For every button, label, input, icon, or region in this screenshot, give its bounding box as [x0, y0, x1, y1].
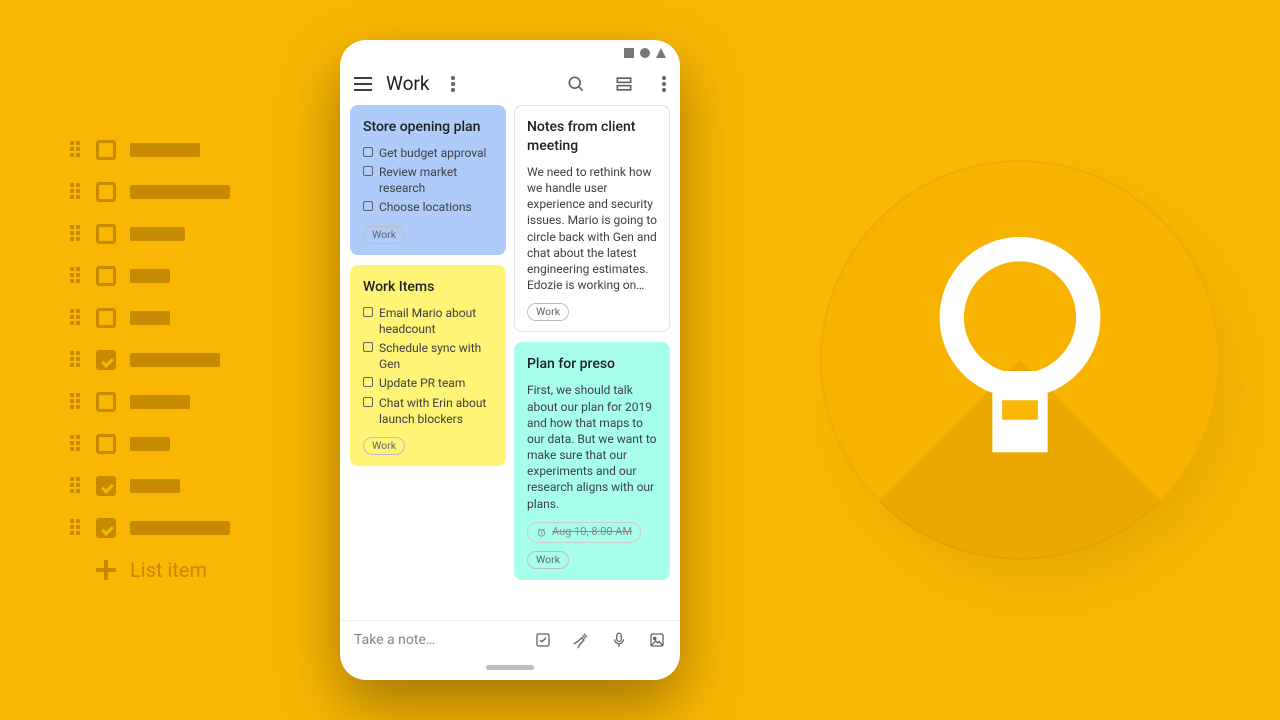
new-drawing-icon[interactable] — [572, 631, 590, 649]
checklist-item-label: Review market research — [379, 164, 493, 196]
title-overflow-icon[interactable] — [451, 76, 455, 92]
search-icon[interactable] — [566, 74, 586, 94]
note-card[interactable]: Notes from client meeting We need to reth… — [514, 105, 670, 332]
checkbox-icon[interactable] — [363, 342, 373, 352]
checklist-item[interactable]: Choose locations — [363, 199, 493, 215]
checkbox-icon[interactable] — [363, 201, 373, 211]
checkbox-icon[interactable] — [363, 307, 373, 317]
decorative-row — [70, 182, 230, 202]
status-bar — [340, 40, 680, 66]
note-checklist: Email Mario about headcountSchedule sync… — [363, 305, 493, 427]
bottom-bar: Take a note… — [340, 620, 680, 659]
checkbox-icon[interactable] — [363, 166, 373, 176]
app-bar-title: Work — [386, 72, 429, 95]
decorative-row — [70, 308, 230, 328]
checklist-item[interactable]: Chat with Erin about launch blockers — [363, 395, 493, 427]
status-indicator-signal — [656, 48, 666, 58]
new-list-icon[interactable] — [534, 631, 552, 649]
note-title: Notes from client meeting — [527, 118, 657, 156]
decorative-row — [70, 392, 230, 412]
app-bar: Work — [340, 66, 680, 105]
note-checklist: Get budget approval Review market researc… — [363, 145, 493, 216]
notes-grid: Store opening plan Get budget approval Rev… — [340, 105, 680, 620]
checkbox-icon[interactable] — [363, 397, 373, 407]
decorative-row — [70, 266, 230, 286]
note-title: Store opening plan — [363, 118, 493, 137]
note-card[interactable]: Plan for preso First, we should talk abou… — [514, 342, 670, 579]
checklist-item-label: Choose locations — [379, 199, 472, 215]
note-title: Work Items — [363, 278, 493, 297]
new-image-icon[interactable] — [648, 631, 666, 649]
note-body: First, we should talk about our plan for… — [527, 382, 657, 512]
note-tag[interactable]: Work — [363, 437, 405, 455]
checklist-item-label: Update PR team — [379, 375, 465, 391]
checkbox-icon[interactable] — [363, 147, 373, 157]
home-indicator — [486, 665, 534, 670]
note-title: Plan for preso — [527, 355, 657, 374]
decorative-row — [70, 434, 230, 454]
checklist-item[interactable]: Get budget approval — [363, 145, 493, 161]
note-card[interactable]: Store opening plan Get budget approval Rev… — [350, 105, 506, 255]
note-reminder[interactable]: Aug 10, 8:00 AM — [527, 522, 641, 543]
note-tag[interactable]: Work — [363, 226, 405, 244]
note-body: We need to rethink how we handle user ex… — [527, 164, 657, 294]
decorative-checklist: List item — [70, 140, 230, 580]
note-tag[interactable]: Work — [527, 551, 569, 569]
checklist-item-label: Email Mario about headcount — [379, 305, 493, 337]
decorative-row — [70, 476, 230, 496]
checklist-item[interactable]: Update PR team — [363, 375, 493, 391]
note-tag[interactable]: Work — [527, 303, 569, 321]
checklist-item-label: Schedule sync with Gen — [379, 340, 493, 372]
keep-app-badge — [820, 160, 1220, 560]
take-note-input[interactable]: Take a note… — [354, 632, 514, 648]
view-toggle-icon[interactable] — [614, 74, 634, 94]
checklist-item[interactable]: Email Mario about headcount — [363, 305, 493, 337]
decorative-add-item: List item — [70, 560, 230, 580]
checklist-item[interactable]: Schedule sync with Gen — [363, 340, 493, 372]
menu-icon[interactable] — [354, 77, 372, 91]
note-card[interactable]: Work Items Email Mario about headcountSch… — [350, 265, 506, 466]
decorative-row — [70, 140, 230, 160]
overflow-icon[interactable] — [662, 76, 666, 92]
new-voice-icon[interactable] — [610, 631, 628, 649]
status-indicator-stop — [624, 48, 634, 58]
decorative-row — [70, 518, 230, 538]
checklist-item[interactable]: Review market research — [363, 164, 493, 196]
decorative-row — [70, 224, 230, 244]
status-indicator-record — [640, 48, 650, 58]
checklist-item-label: Chat with Erin about launch blockers — [379, 395, 493, 427]
decorative-row — [70, 350, 230, 370]
lightbulb-icon — [920, 228, 1120, 492]
phone-frame: Work Store opening plan Get budget approv… — [340, 40, 680, 680]
checkbox-icon[interactable] — [363, 377, 373, 387]
checklist-item-label: Get budget approval — [379, 145, 486, 161]
